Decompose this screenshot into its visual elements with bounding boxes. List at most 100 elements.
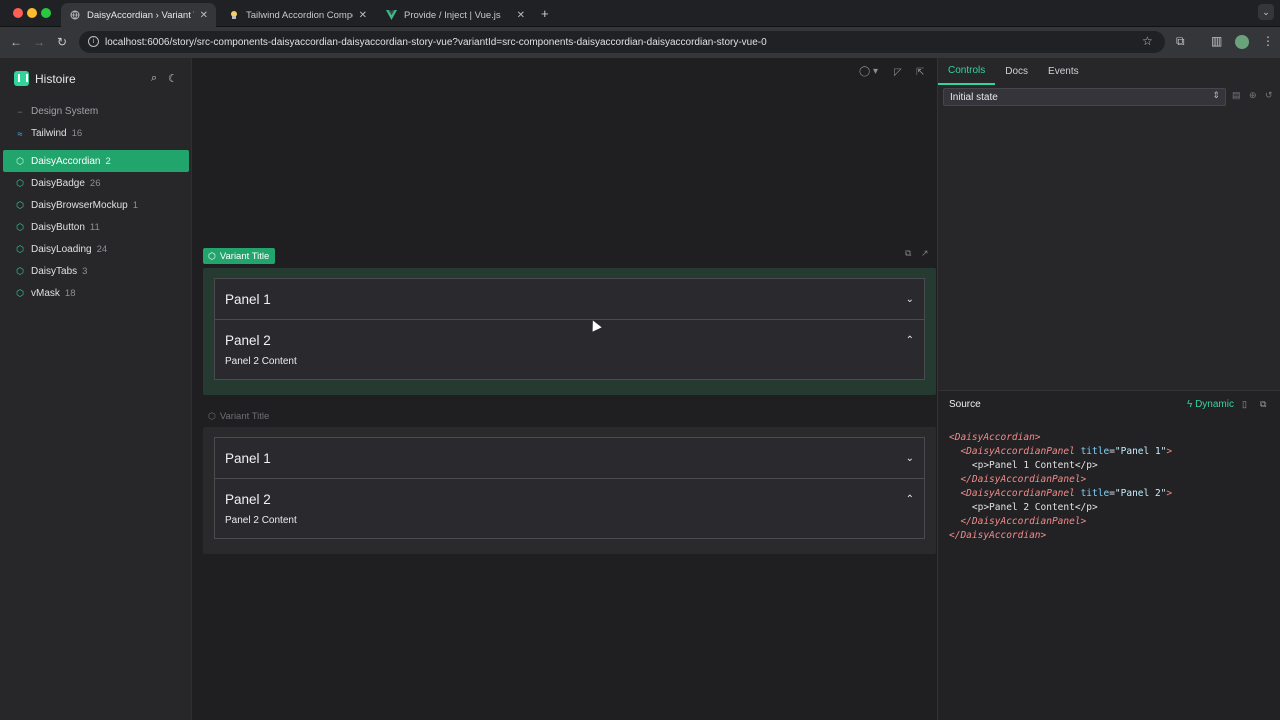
save-state-icon[interactable]: ▤ <box>1232 90 1241 101</box>
story-sidebar: Histoire ⌕ ☾ − Design System ≈ Tailwind … <box>0 58 192 720</box>
accordion-panel-header[interactable]: Panel 1 ⌄ <box>215 438 924 478</box>
sidebar-item-daisyloading[interactable]: ⬡ DaisyLoading 24 <box>3 239 189 260</box>
sidebar-group-tailwind[interactable]: ≈ Tailwind 16 <box>3 123 189 144</box>
sidebar-item-daisybrowsermockup[interactable]: ⬡ DaisyBrowserMockup 1 <box>3 195 189 216</box>
tab-events[interactable]: Events <box>1038 58 1089 85</box>
browser-tab[interactable]: Tailwind Accordion Component ✕ <box>220 3 375 27</box>
source-title: Source <box>949 399 981 410</box>
panel-title: Panel 2 <box>225 332 271 348</box>
panel-content: Panel 2 Content <box>225 515 297 526</box>
background-circle-icon[interactable]: ◯ ▾ <box>859 66 878 77</box>
search-icon[interactable]: ⌕ <box>151 72 157 85</box>
accordion-panel: Panel 2 ⌃ Panel 2 Content <box>214 479 925 539</box>
pane-tabs: Controls Docs Events <box>938 58 1280 85</box>
histoire-logo-icon <box>14 71 29 86</box>
extensions-icon[interactable]: ⧉ <box>1176 34 1185 49</box>
select-arrows-icon: ⇕ <box>1212 90 1220 100</box>
dark-mode-moon-icon[interactable]: ☾ <box>168 72 178 85</box>
maximize-window-button[interactable] <box>41 8 51 18</box>
story-canvas: ◯ ▾ ◸ ⇱ ⬡ Variant Title ⧉ ↗ Panel 1 ⌄ Pa… <box>192 58 937 720</box>
sidebar-item-label: DaisyButton <box>31 222 85 233</box>
tab-controls[interactable]: Controls <box>938 58 996 85</box>
sidebar-group-design-system[interactable]: − Design System <box>3 101 189 122</box>
tab-docs[interactable]: Docs <box>995 58 1038 85</box>
variant-title-tag[interactable]: ⬡ Variant Title <box>203 408 275 424</box>
browser-tab[interactable]: Provide / Inject | Vue.js ✕ <box>378 3 533 27</box>
sidebar-item-daisybadge[interactable]: ⬡ DaisyBadge 26 <box>3 173 189 194</box>
site-info-icon[interactable]: i <box>88 36 99 47</box>
minimize-window-button[interactable] <box>27 8 37 18</box>
sidepanel-icon[interactable]: ▥ <box>1211 34 1222 48</box>
component-cube-icon: ⬡ <box>16 244 24 254</box>
panel-title: Panel 1 <box>225 450 271 466</box>
controls-pane: Controls Docs Events Initial state ⇕ ▤ ⊕… <box>937 58 1280 720</box>
file-icon[interactable]: ▯ <box>1242 399 1247 410</box>
variant-title-tag-selected[interactable]: ⬡ Variant Title <box>203 248 276 264</box>
sidebar-item-label: DaisyBrowserMockup <box>31 200 128 211</box>
app-logo[interactable]: Histoire <box>14 71 76 86</box>
variant-title: Variant Title <box>219 410 270 422</box>
variant-title: Variant Title <box>219 250 270 262</box>
browser-tab-active[interactable]: DaisyAccordian › Variant Title ✕ <box>61 3 216 27</box>
panel-content: Panel 2 Content <box>225 356 297 367</box>
close-tab-icon[interactable]: ✕ <box>200 10 208 21</box>
close-tab-icon[interactable]: ✕ <box>359 10 367 21</box>
vue-logo-icon <box>386 10 397 21</box>
responsive-icon[interactable]: ◸ <box>894 67 902 78</box>
variant-preview[interactable]: Panel 1 ⌄ Panel 2 ⌃ Panel 2 Content <box>203 427 936 554</box>
close-window-button[interactable] <box>13 8 23 18</box>
close-tab-icon[interactable]: ✕ <box>517 10 525 21</box>
accordion-panel: Panel 2 ⌃ Panel 2 Content <box>214 320 925 380</box>
accordion-panel-header[interactable]: Panel 1 ⌄ <box>215 279 924 319</box>
state-select-value: Initial state <box>950 91 998 103</box>
accordion-panel-header[interactable]: Panel 2 ⌃ <box>215 320 924 360</box>
reload-icon[interactable]: ↻ <box>57 35 67 49</box>
copy-source-icon[interactable]: ⧉ <box>1260 399 1266 410</box>
accordion-panel-header[interactable]: Panel 2 ⌃ <box>215 479 924 519</box>
state-select[interactable]: Initial state ⇕ <box>943 88 1226 106</box>
add-state-icon[interactable]: ⊕ <box>1249 90 1257 101</box>
source-panel: Source ϟ Dynamic ▯ ⧉ <DaisyAccordian> <D… <box>938 390 1280 720</box>
url-text: localhost:6006/story/src-components-dais… <box>105 36 767 48</box>
browser-menu-icon[interactable]: ⋮ <box>1262 34 1274 48</box>
component-cube-icon: ⬡ <box>16 266 24 276</box>
sidebar-item-label: DaisyAccordian <box>31 155 101 167</box>
new-tab-button[interactable]: + <box>541 6 549 21</box>
reset-state-icon[interactable]: ↺ <box>1265 90 1273 101</box>
story-count: 1 <box>132 200 138 211</box>
accordion-panel: Panel 1 ⌄ <box>214 437 925 479</box>
collapse-icon: − <box>17 106 23 117</box>
new-window-icon[interactable]: ⇱ <box>916 67 924 78</box>
globe-icon <box>69 10 80 21</box>
source-code: <DaisyAccordian> <DaisyAccordianPanel ti… <box>949 432 1173 541</box>
variant-preview-selected[interactable]: Panel 1 ⌄ Panel 2 ⌃ Panel 2 Content <box>203 268 936 395</box>
sidebar-item-daisyaccordian[interactable]: ⬡ DaisyAccordian 2 <box>3 150 189 172</box>
component-cube-icon: ⬡ <box>16 200 24 210</box>
story-count: 18 <box>64 288 76 299</box>
component-cube-icon: ⬡ <box>16 155 24 166</box>
sidebar-item-daisytabs[interactable]: ⬡ DaisyTabs 3 <box>3 261 189 282</box>
daisyui-icon <box>228 10 239 21</box>
chevron-up-icon: ⌃ <box>905 334 914 346</box>
forward-arrow-icon[interactable]: → <box>33 35 45 49</box>
dynamic-source-toggle[interactable]: ϟ Dynamic <box>1187 399 1234 410</box>
app-name: Histoire <box>35 71 76 86</box>
story-count: 2 <box>105 155 111 167</box>
sidebar-item-daisybutton[interactable]: ⬡ DaisyButton 11 <box>3 217 189 238</box>
chevron-down-icon: ⌄ <box>905 293 914 305</box>
url-field[interactable]: i localhost:6006/story/src-components-da… <box>79 31 1165 53</box>
profile-avatar[interactable] <box>1235 35 1249 49</box>
bolt-icon: ϟ <box>1187 399 1193 410</box>
address-bar: ← → ↻ i localhost:6006/story/src-compone… <box>0 27 1280 58</box>
sidebar-item-label: DaisyLoading <box>31 244 92 255</box>
open-external-icon[interactable]: ↗ <box>921 248 929 259</box>
bookmark-star-icon[interactable]: ☆ <box>1142 34 1153 48</box>
component-cube-icon: ⬡ <box>16 288 24 298</box>
sidebar-item-label: vMask <box>31 288 60 299</box>
panel-title: Panel 1 <box>225 291 271 307</box>
sidebar-item-vmask[interactable]: ⬡ vMask 18 <box>3 283 189 304</box>
back-arrow-icon[interactable]: ← <box>10 35 22 49</box>
tab-search-chevron-icon[interactable]: ⌄ <box>1258 4 1274 20</box>
copy-icon[interactable]: ⧉ <box>905 248 911 259</box>
browser-tab-bar: DaisyAccordian › Variant Title ✕ Tailwin… <box>0 0 1280 27</box>
